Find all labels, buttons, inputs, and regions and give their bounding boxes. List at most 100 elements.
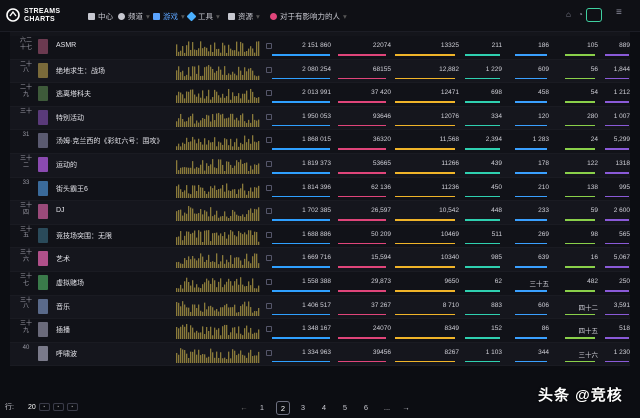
page-4[interactable]: 4 — [318, 401, 330, 415]
stat-underline — [272, 172, 330, 174]
rows-option-icon[interactable]: ▪ — [66, 403, 78, 411]
table-row[interactable]: 40 呼啸波 1 334 963 39456 8267 1 103 344 三十六 1 230 — [10, 342, 630, 367]
stat-c7: 995 — [619, 183, 630, 191]
stat-underline — [338, 290, 386, 292]
stat-underline — [605, 337, 629, 339]
stat-underline — [605, 172, 629, 174]
rank-cell: 六二十七 — [19, 38, 32, 51]
nav-item-games[interactable]: 游戏 ▾ — [153, 9, 185, 23]
lock-icon — [266, 66, 272, 73]
game-name-link[interactable]: 汤姆·克兰西的《彩虹六号：围攻》 — [56, 136, 163, 146]
table-row[interactable]: 三十七 虚拟赌场 1 558 388 29,873 9650 62 三十五 482 250 — [10, 272, 630, 296]
page-ellipsis: ... — [383, 403, 391, 412]
table-row[interactable]: 三十八 音乐 1 406 517 37 267 8 710 883 606 四十二 3,591 — [10, 295, 630, 320]
rows-per-page-selector[interactable]: 行: 20 ▪ ▪ ▪ — [5, 402, 78, 412]
rows-option-icon[interactable]: ▪ — [52, 403, 64, 411]
lock-icon — [266, 255, 272, 262]
stat-c6: 482 — [587, 278, 598, 285]
rows-value: 20 — [27, 403, 36, 411]
nav-label: 对于有影响力的人 — [280, 11, 340, 21]
stat-c2: 62 136 — [371, 183, 391, 191]
game-name-link[interactable]: 艺术 — [56, 254, 70, 264]
stat-c4: 1 229 — [485, 65, 502, 73]
nav-item-influencers[interactable]: 对于有影响力的人 ▾ — [270, 9, 347, 23]
nav-item-hub[interactable]: 中心 — [88, 9, 113, 23]
table-row[interactable]: 31 汤姆·克兰西的《彩虹六号：围攻》 1 868 015 36320 11,568 2,… — [10, 130, 630, 154]
streams-charts-logo[interactable]: STREAMS CHARTS — [6, 6, 66, 26]
game-name-link[interactable]: ASMR — [56, 42, 76, 49]
page-5[interactable]: 5 — [339, 401, 351, 415]
game-cover-thumbnail[interactable] — [38, 298, 48, 314]
game-cover-thumbnail[interactable] — [38, 322, 48, 338]
table-row[interactable]: 六二十七 ASMR 2 151 860 22074 13325 211 186 105 889 — [10, 36, 630, 60]
table-row[interactable]: 33 街头霸王6 1 814 396 62 136 11236 450 210 138 995 — [10, 177, 630, 202]
page-3[interactable]: 3 — [297, 401, 309, 415]
table-row[interactable]: 三十九 插播 1 348 167 24070 8349 152 86 四十五 518 — [10, 319, 630, 343]
game-name-link[interactable]: 绝地求生：战场 — [56, 66, 105, 76]
page-1[interactable]: 1 — [256, 401, 268, 415]
lock-icon — [266, 137, 272, 144]
game-cover-thumbnail[interactable] — [38, 251, 48, 267]
stat-c2: 36320 — [372, 136, 391, 144]
game-name-link[interactable]: 竞技场突围：无限 — [56, 231, 112, 241]
stat-c1: 1 406 517 — [302, 301, 331, 309]
stat-underline — [605, 54, 629, 56]
stat-underline — [272, 313, 330, 316]
game-cover-thumbnail[interactable] — [38, 39, 48, 54]
game-cover-thumbnail[interactable] — [38, 62, 48, 78]
game-cover-thumbnail[interactable] — [38, 180, 48, 196]
stat-c5: 639 — [538, 254, 549, 262]
rows-option-icon[interactable]: ▪ — [38, 403, 50, 411]
stat-underline — [605, 290, 629, 292]
nav-item-tools[interactable]: 工具 ▾ — [186, 9, 220, 23]
game-name-link[interactable]: 虚拟赌场 — [56, 278, 84, 288]
game-cover-thumbnail[interactable] — [38, 227, 48, 243]
live-icon[interactable] — [586, 8, 602, 22]
table-row[interactable]: 三十二 运动的 1 819 373 53665 11266 439 178 122 1318 — [10, 154, 630, 178]
bell-icon[interactable]: ◔ — [578, 10, 583, 19]
game-cover-thumbnail[interactable] — [38, 157, 48, 172]
stat-underline — [395, 77, 455, 80]
stat-c2: 93646 — [372, 112, 391, 120]
game-cover-thumbnail[interactable] — [38, 109, 48, 125]
stat-underline — [515, 219, 547, 221]
game-name-link[interactable]: DJ — [56, 207, 65, 214]
game-name-link[interactable]: 运动的 — [56, 160, 77, 170]
game-name-link[interactable]: 特别活动 — [56, 113, 84, 123]
game-name-link[interactable]: 呼啸波 — [56, 349, 77, 359]
nav-item-channels[interactable]: 频道 ▾ — [118, 9, 150, 23]
game-cover-thumbnail[interactable] — [38, 345, 48, 361]
rank-cell: 40 — [22, 344, 30, 351]
page-6[interactable]: 6 — [360, 401, 372, 415]
pager-prev-icon[interactable]: ← — [238, 401, 250, 415]
game-name-link[interactable]: 音乐 — [56, 302, 70, 312]
stat-c4: 698 — [491, 89, 502, 97]
stat-c7: 1 212 — [613, 89, 630, 97]
stat-underline — [565, 266, 595, 268]
table-row[interactable]: 三十四 DJ 1 702 385 26,597 10,542 448 233 59 2 600 — [10, 201, 630, 225]
pager-next-icon[interactable]: → — [400, 401, 412, 415]
stat-underline — [272, 242, 330, 245]
game-cover-thumbnail[interactable] — [38, 133, 48, 149]
gift-icon[interactable]: ⌂ — [566, 10, 571, 19]
stat-underline — [515, 195, 547, 198]
stat-c2: 24070 — [372, 325, 391, 333]
game-cover-thumbnail[interactable] — [38, 204, 48, 220]
table-row[interactable]: 三十五 竞技场突围：无限 1 688 886 50 209 10469 511 269 98 5… — [10, 224, 630, 249]
page-2[interactable]: 2 — [276, 401, 290, 415]
game-name-link[interactable]: 街头霸王6 — [56, 184, 88, 194]
stat-underline — [515, 54, 547, 56]
menu-icon[interactable]: ≡ — [616, 7, 622, 18]
table-row[interactable]: 二十九 逃离塔科夫 2 013 991 37 420 12471 698 458 54 1 21… — [10, 83, 630, 107]
game-cover-thumbnail[interactable] — [38, 275, 48, 290]
game-name-link[interactable]: 逃离塔科夫 — [56, 89, 91, 99]
table-row[interactable]: 三十 特别活动 1 950 053 93646 12076 334 120 280 1 007 — [10, 106, 630, 131]
rank-cell: 二十八 — [19, 61, 32, 75]
game-cover-thumbnail[interactable] — [38, 86, 48, 102]
table-row[interactable]: 三十六 艺术 1 669 716 15,594 10340 985 639 16 5,067 — [10, 248, 630, 272]
game-name-link[interactable]: 插播 — [56, 325, 70, 335]
stat-c1: 2 013 991 — [302, 89, 331, 97]
nav-item-resources[interactable]: 资源 ▾ — [228, 9, 260, 23]
table-row[interactable]: 二十八 绝地求生：战场 2 080 254 68155 12,882 1 229 609 56… — [10, 59, 630, 84]
stat-underline — [605, 77, 629, 80]
